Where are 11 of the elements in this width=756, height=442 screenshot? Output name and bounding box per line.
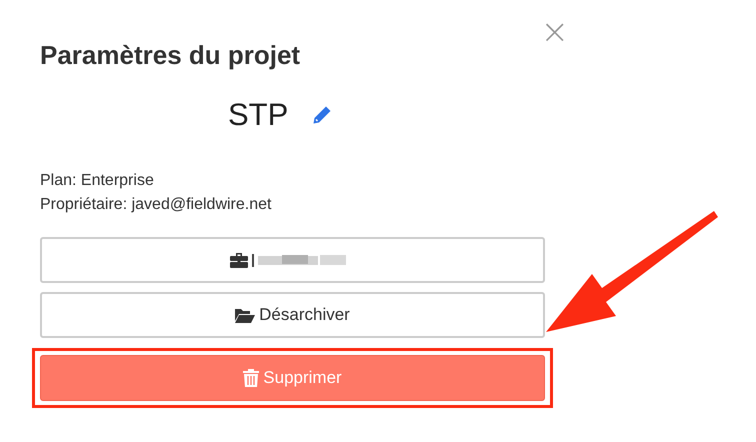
- folder-icon: [235, 308, 256, 322]
- info-text: Propriétaire: javed@fieldwire.net: [40, 195, 272, 215]
- unarchive-button[interactable]: Désarchiver: [40, 292, 545, 338]
- briefcase-icon: [230, 252, 248, 268]
- close-button[interactable]: ×: [534, 18, 575, 46]
- info-text: Plan: Enterprise: [40, 171, 155, 191]
- project-name: STP: [228, 97, 288, 133]
- delete-button[interactable]: Supprimer: [40, 355, 545, 401]
- trash-icon: [243, 369, 260, 387]
- dialog-title: Paramètres du projet: [40, 40, 300, 71]
- edit-icon[interactable]: [312, 105, 332, 125]
